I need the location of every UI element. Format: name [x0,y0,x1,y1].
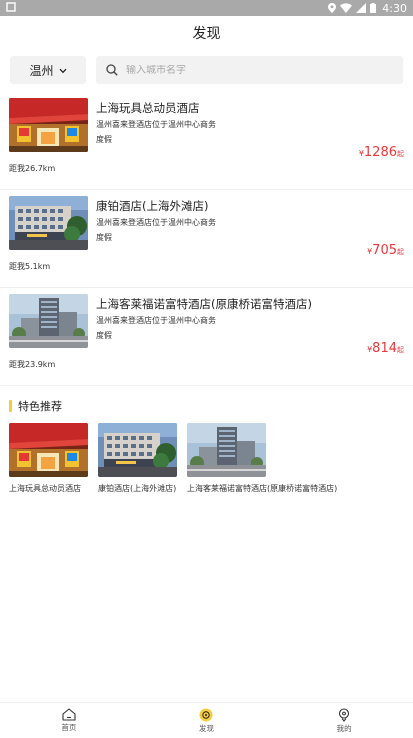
featured-item[interactable]: 康铂酒店(上海外滩店) [98,423,177,494]
tab-profile-label: 我的 [336,723,352,733]
hotel-distance: 距我26.7km [9,164,56,173]
featured-list: 上海玩具总动员酒店 康铂酒店(上海外滩店) 上海客莱福诺富特酒店(原康桥诺富特酒… [9,423,338,494]
bottom-tab-bar: 首页 发现 我的 [0,702,413,738]
tab-home[interactable]: 首页 [29,708,109,733]
search-input[interactable] [126,64,326,76]
location-icon [328,3,337,13]
featured-title: 特色推荐 [18,400,62,413]
notification-icon [6,1,16,15]
hotel-image [9,294,88,348]
hotel-image [9,98,88,152]
hotel-price: ¥1286起 [359,141,404,160]
featured-item[interactable]: 上海玩具总动员酒店 [9,423,88,494]
price-value: 705 [372,243,397,258]
tab-discover-label: 发现 [198,723,214,733]
hotel-tag: 度假 [96,331,112,340]
home-icon [62,708,76,721]
city-label: 温州 [29,63,54,78]
signal-icon [356,3,367,13]
hotel-distance: 距我5.1km [9,262,51,271]
discover-icon [199,708,213,722]
featured-section-title: 特色推荐 [9,398,62,414]
price-suffix: 起 [397,346,404,354]
price-value: 1286 [363,145,397,160]
status-bar: 4:30 [0,0,413,16]
hotel-name: 康铂酒店(上海外滩店) [96,199,209,213]
tab-home-label: 首页 [61,723,77,732]
featured-item[interactable]: 上海客莱福诺富特酒店(原康桥诺富特酒店) [187,423,338,494]
featured-name: 上海玩具总动员酒店 [9,484,81,493]
search-icon [106,61,118,80]
featured-image [187,423,266,477]
hotel-description: 温州喜来登酒店位于温州中心商务 [96,120,216,129]
hotel-card[interactable]: 康铂酒店(上海外滩店) 温州喜来登酒店位于温州中心商务 度假 ¥705起 距我5… [0,190,413,288]
hotel-price: ¥814起 [367,337,404,356]
hotel-price: ¥705起 [367,239,404,258]
profile-icon [337,707,351,722]
hotel-description: 温州喜来登酒店位于温州中心商务 [96,218,216,227]
hotel-description: 温州喜来登酒店位于温州中心商务 [96,316,216,325]
section-accent-bar [9,400,12,412]
page-header: 发现 [0,16,413,50]
hotel-tag: 度假 [96,135,112,144]
search-row: 温州 [10,56,403,84]
tab-profile[interactable]: 我的 [304,707,384,734]
hotel-name: 上海玩具总动员酒店 [96,101,200,115]
battery-icon [370,3,377,13]
featured-image [98,423,177,477]
featured-name: 上海客莱福诺富特酒店(原康桥诺富特酒店) [187,484,338,493]
hotel-name: 上海客莱福诺富特酒店(原康桥诺富特酒店) [96,297,312,311]
hotel-image [9,196,88,250]
hotel-card[interactable]: 上海玩具总动员酒店 温州喜来登酒店位于温州中心商务 度假 ¥1286起 距我26… [0,92,413,190]
page-title: 发现 [192,26,221,42]
featured-image [9,423,88,477]
city-selector[interactable]: 温州 [10,56,86,84]
price-suffix: 起 [397,248,404,256]
hotel-distance: 距我23.9km [9,360,56,369]
wifi-icon [340,3,353,13]
chevron-down-icon [59,63,67,77]
hotel-card[interactable]: 上海客莱福诺富特酒店(原康桥诺富特酒店) 温州喜来登酒店位于温州中心商务 度假 … [0,288,413,386]
hotel-tag: 度假 [96,233,112,242]
tab-discover[interactable]: 发现 [166,708,246,734]
price-suffix: 起 [397,150,404,158]
featured-name: 康铂酒店(上海外滩店) [98,484,177,493]
search-box[interactable] [96,56,403,84]
hotel-list: 上海玩具总动员酒店 温州喜来登酒店位于温州中心商务 度假 ¥1286起 距我26… [0,92,413,386]
status-time: 4:30 [382,1,407,15]
price-value: 814 [372,341,397,356]
